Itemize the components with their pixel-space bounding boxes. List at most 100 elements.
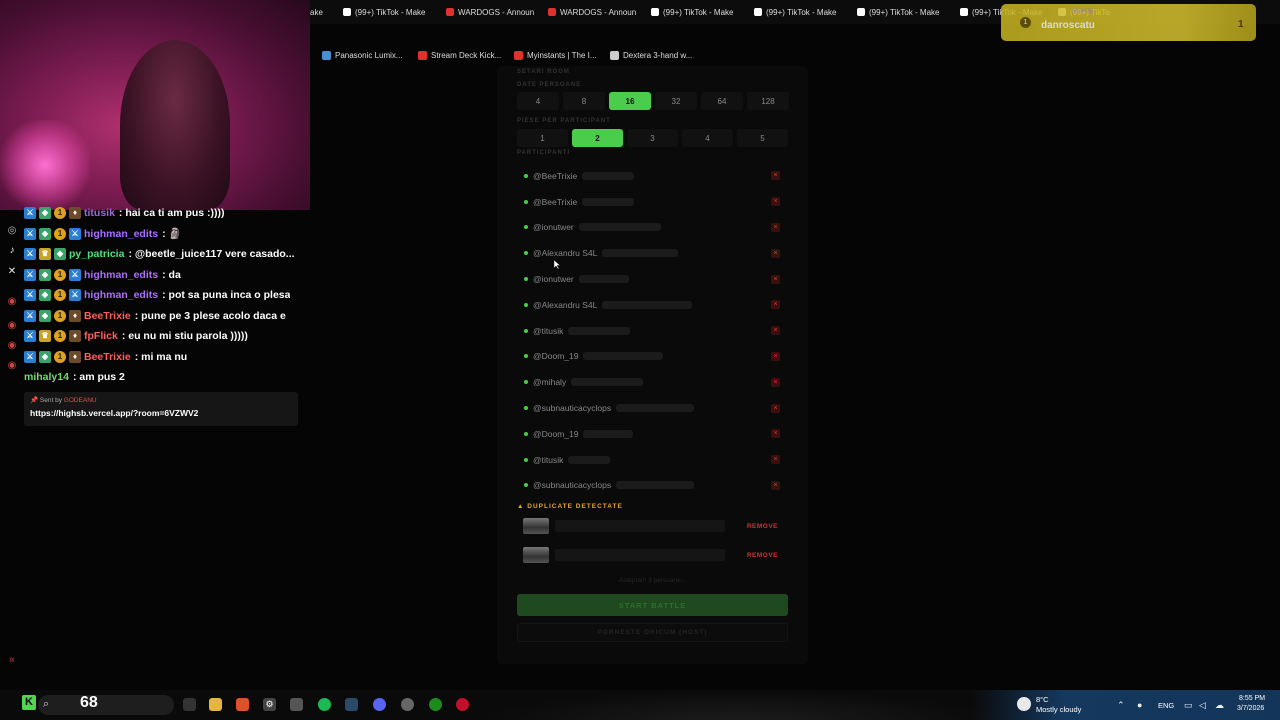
browser-tab[interactable]: (99+) TikTok - Make <box>857 5 952 19</box>
browser-tab[interactable]: WARDOGS - Announ <box>446 5 541 19</box>
remove-participant-button[interactable]: × <box>771 351 780 361</box>
remove-participant-button[interactable]: × <box>771 222 780 232</box>
shared-link-card: 📌 Sent by GODEANU https://highsb.vercel.a… <box>24 391 298 426</box>
remove-participant-button[interactable]: × <box>771 480 780 490</box>
bookmark-item[interactable]: Stream Deck Kick... <box>418 51 501 60</box>
remove-duplicate-button[interactable]: REMOVE <box>747 523 778 530</box>
bookmark-item[interactable]: Myinstants | The I... <box>514 51 597 60</box>
persons-option-16[interactable]: 16 <box>609 92 651 110</box>
remove-participant-button[interactable]: × <box>771 326 780 336</box>
browser-tab[interactable]: (99+) TikTok - Make <box>651 5 746 19</box>
host-start-button[interactable]: PORNESTE ORICUM (HOST) <box>517 623 788 642</box>
follow-notification: HIGHSB 1 danroscatu 1 <box>1001 4 1256 41</box>
chat-text: eu nu mi stiu parola ))))) <box>128 330 248 343</box>
tab-label: ake <box>310 7 323 17</box>
remove-participant-button[interactable]: × <box>771 403 780 413</box>
browser-tab[interactable]: ake <box>310 5 332 19</box>
remove-participant-button[interactable]: × <box>771 429 780 439</box>
opera-icon[interactable] <box>456 698 469 711</box>
clock-time[interactable]: 8:55 PM <box>1239 695 1265 702</box>
persons-option-64[interactable]: 64 <box>701 92 743 110</box>
kick-icon[interactable]: ◉ <box>6 320 18 332</box>
remove-participant-button[interactable]: × <box>771 274 780 284</box>
sent-by-user[interactable]: GODEANU <box>64 397 97 404</box>
youtube-icon[interactable]: ◉ <box>6 296 18 308</box>
online-dot-icon <box>524 354 528 359</box>
steam-icon[interactable] <box>345 698 358 711</box>
songs-option-3[interactable]: 3 <box>627 129 678 147</box>
chat-username[interactable]: py_patricia <box>69 248 124 260</box>
bookmark-item[interactable]: Dextera 3-hand w... <box>610 51 692 60</box>
instagram-icon[interactable]: ◎ <box>6 225 18 237</box>
remove-participant-button[interactable]: × <box>771 171 780 181</box>
chat-username[interactable]: titusik <box>84 207 115 219</box>
settings-icon[interactable]: ⚙ <box>263 698 276 711</box>
chat-badge-icon: ⚔ <box>69 268 81 281</box>
chat-badge-icon: ♦ <box>69 350 81 363</box>
remove-participant-button[interactable]: × <box>771 300 780 310</box>
chat-username[interactable]: fpFlick <box>84 330 118 342</box>
remove-participant-button[interactable]: × <box>771 248 780 258</box>
songs-option-5[interactable]: 5 <box>737 129 788 147</box>
webcam-feed <box>0 0 310 210</box>
xbox-icon[interactable] <box>429 698 442 711</box>
chat-username[interactable]: highman_edits <box>84 228 158 240</box>
remove-participant-button[interactable]: × <box>771 455 780 465</box>
participants-list: @BeeTrixie × @BeeTrixie × @ionutwer × @Alexand… <box>517 163 788 498</box>
weather-icon[interactable] <box>1017 697 1031 711</box>
store-icon[interactable] <box>290 698 303 711</box>
link-icon[interactable]: ◉ <box>6 360 18 372</box>
chat-username[interactable]: BeeTrixie <box>84 310 131 322</box>
brave-icon[interactable] <box>236 698 249 711</box>
tab-label: WARDOGS - Announ <box>560 7 637 17</box>
chat-username[interactable]: highman_edits <box>84 269 158 281</box>
songs-option-4[interactable]: 4 <box>682 129 733 147</box>
file-explorer-icon[interactable] <box>209 698 222 711</box>
participant-name: @titusik <box>533 454 564 465</box>
speaker-icon[interactable]: ◁ <box>1199 700 1206 711</box>
room-settings-panel: SETARI ROOM DATE PERSOANE 4 8 16 32 64 128 PI… <box>497 66 808 664</box>
persons-option-4[interactable]: 4 <box>517 92 559 110</box>
online-dot-icon <box>524 328 528 333</box>
participant-row: @BeeTrixie × <box>517 189 788 215</box>
obs-icon[interactable] <box>401 698 414 711</box>
songs-option-2[interactable]: 2 <box>572 129 623 147</box>
participant-name: @Doom_19 <box>533 351 579 362</box>
online-dot-icon <box>524 251 528 256</box>
browser-tab[interactable]: WARDOGS - Announ <box>548 5 643 19</box>
remove-duplicate-button[interactable]: REMOVE <box>747 552 778 559</box>
duplicates-title-text: DUPLICATE DETECTATE <box>527 503 623 510</box>
chat-username[interactable]: BeeTrixie <box>84 351 131 363</box>
task-view-icon[interactable] <box>183 698 196 711</box>
browser-tab[interactable]: (99+) TikTok - Make <box>754 5 849 19</box>
spotify-icon[interactable] <box>318 698 331 711</box>
clock-date[interactable]: 3/7/2026 <box>1237 705 1264 712</box>
browser-tab[interactable]: (99+) TikTok - Make <box>343 5 438 19</box>
chat-username[interactable]: mihaly14 <box>24 371 69 383</box>
discord-icon[interactable]: ◉ <box>6 340 18 352</box>
bookmark-item[interactable]: Panasonic Lumix... <box>322 51 403 60</box>
onedrive-icon[interactable]: ☁ <box>1215 700 1224 711</box>
microphone-icon[interactable]: ● <box>1137 700 1142 710</box>
tiktok-icon[interactable]: ♪ <box>6 245 18 257</box>
bookmark-label: Stream Deck Kick... <box>431 51 502 60</box>
taskbar-search[interactable]: ⌕ <box>38 695 174 715</box>
chat-text: 🗿 <box>168 228 182 241</box>
discord-icon[interactable] <box>373 698 386 711</box>
songs-option-1[interactable]: 1 <box>517 129 568 147</box>
remove-participant-button[interactable]: × <box>771 197 780 207</box>
language-indicator[interactable]: ENG <box>1158 701 1174 710</box>
network-icon[interactable]: ▭ <box>1184 700 1193 711</box>
persons-option-32[interactable]: 32 <box>655 92 697 110</box>
chat-badge-icon: ⚔ <box>24 289 36 302</box>
persons-option-128[interactable]: 128 <box>747 92 789 110</box>
room-link[interactable]: https://highsb.vercel.app/?room=6VZWV2 <box>30 408 292 418</box>
participant-song-redacted <box>602 249 679 258</box>
start-battle-button[interactable]: START BATTLE <box>517 594 788 616</box>
chevron-up-icon[interactable]: ⌃ <box>1117 700 1125 711</box>
online-dot-icon <box>524 302 528 307</box>
remove-participant-button[interactable]: × <box>771 377 780 387</box>
persons-option-8[interactable]: 8 <box>563 92 605 110</box>
x-icon[interactable]: ✕ <box>6 266 18 278</box>
chat-username[interactable]: highman_edits <box>84 289 158 301</box>
